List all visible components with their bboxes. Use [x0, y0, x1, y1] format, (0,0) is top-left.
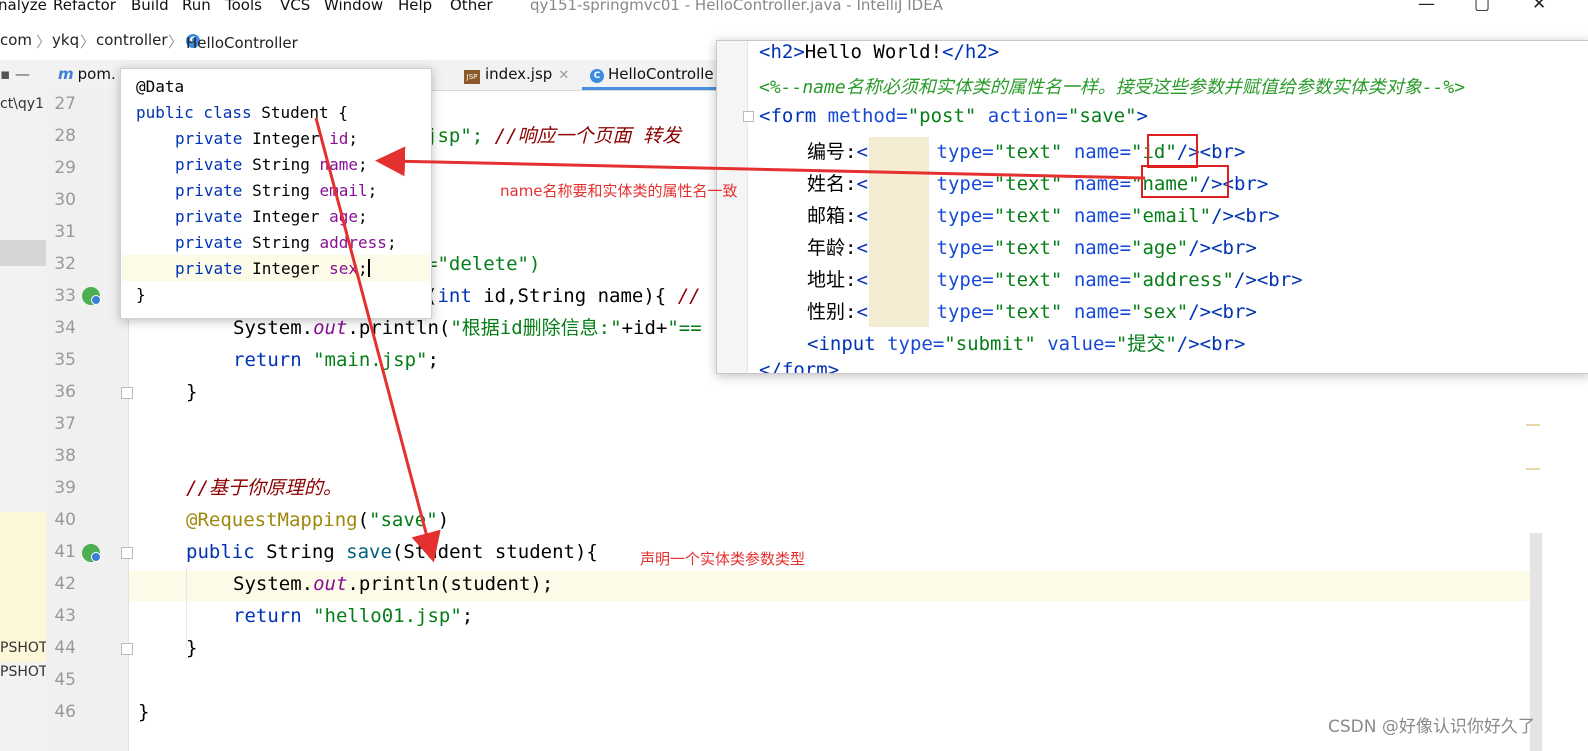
arrow-student-to-param: [314, 117, 441, 563]
annotation-arrows: [314, 117, 1146, 563]
watermark: CSDN @好像认识你好久了: [1328, 717, 1535, 737]
annotation-name-note: name名称要和实体类的属性名一致: [500, 182, 738, 200]
annotation-param-note: 声明一个实体类参数类型: [640, 550, 806, 568]
arrow-name-to-field: [375, 146, 1146, 180]
